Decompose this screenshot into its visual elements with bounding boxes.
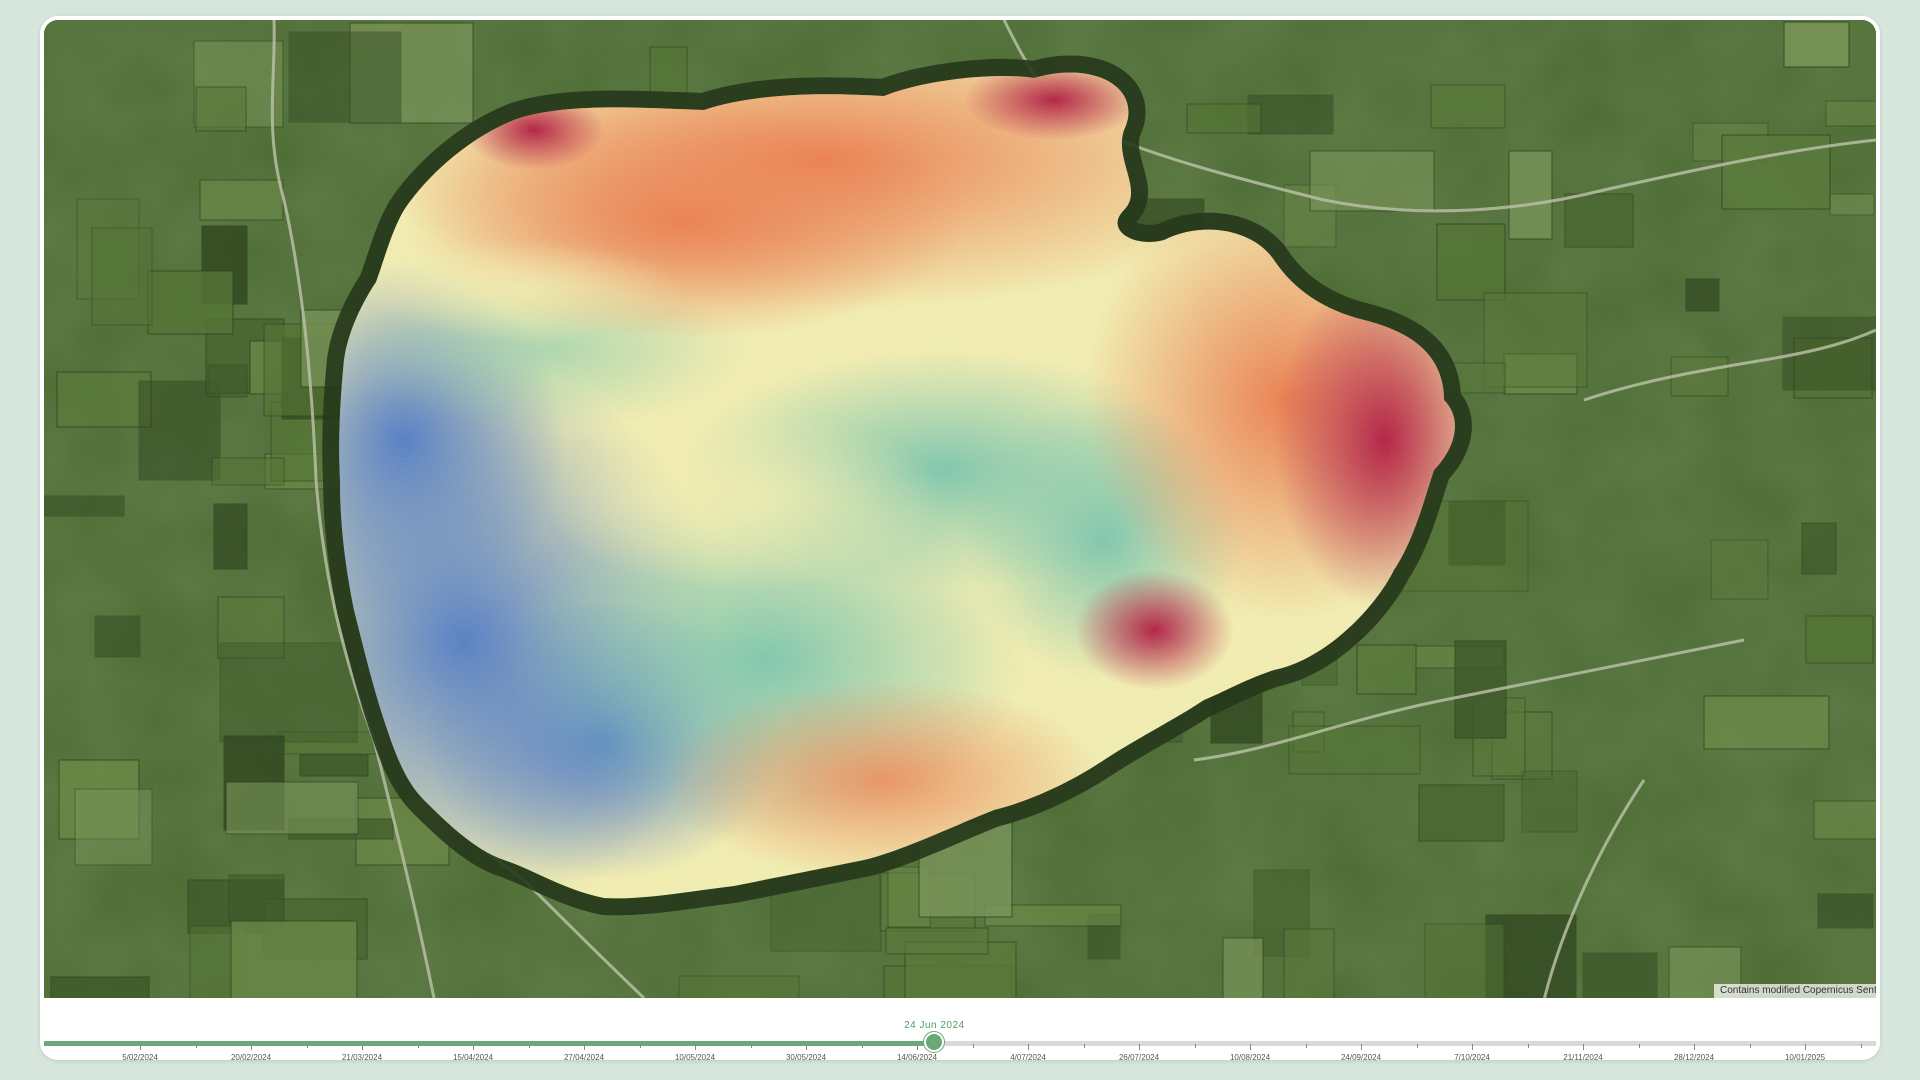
- field-patch: [44, 495, 125, 517]
- timeline-progress-fill: [44, 1041, 935, 1046]
- field-patch: [1721, 134, 1831, 210]
- satellite-map[interactable]: Contains modified Copernicus Sentinel da…: [44, 20, 1876, 998]
- timeline-tick: [917, 1044, 918, 1050]
- field-patch: [195, 86, 247, 132]
- timeline-tick: [1250, 1044, 1251, 1050]
- field-patch: [211, 457, 285, 486]
- timeline-tick-label: 24/09/2024: [1340, 1053, 1382, 1060]
- timeline-tick-label: 21/03/2024: [341, 1053, 383, 1060]
- field-patch: [1829, 193, 1875, 216]
- field-patch: [147, 270, 234, 335]
- timeline-tick-label: 26/07/2024: [1118, 1053, 1160, 1060]
- field-patch: [288, 31, 402, 123]
- field-patch: [94, 615, 141, 658]
- timeline-minor-tick: [1527, 1044, 1529, 1048]
- field-patch: [1805, 615, 1874, 664]
- timeline-tick-label: 5/02/2024: [122, 1053, 158, 1060]
- map-viewer-panel: Contains modified Copernicus Sentinel da…: [40, 16, 1880, 1060]
- timeline-tick-label: 10/05/2024: [674, 1053, 716, 1060]
- timeline-minor-tick: [417, 1044, 419, 1048]
- timeline-minor-tick: [861, 1044, 863, 1048]
- field-patch: [1783, 21, 1850, 68]
- timeline-tick: [1028, 1044, 1029, 1050]
- timeline-tick-label: 7/10/2024: [1454, 1053, 1490, 1060]
- field-patch: [207, 364, 248, 398]
- field-patch: [1710, 539, 1769, 600]
- timeline-minor-tick: [972, 1044, 974, 1048]
- timeline-tick: [1694, 1044, 1695, 1050]
- timeline-tick: [1472, 1044, 1473, 1050]
- field-patch: [1703, 695, 1830, 750]
- field-patch: [1817, 893, 1874, 929]
- field-patch: [230, 920, 358, 998]
- field-patch: [199, 179, 284, 221]
- timeline-tick-label: 28/12/2024: [1673, 1053, 1715, 1060]
- timeline-tick-label: 4/07/2024: [1010, 1053, 1046, 1060]
- timeline-tick: [1139, 1044, 1140, 1050]
- field-patch: [1436, 223, 1506, 301]
- field-patch: [1186, 103, 1262, 134]
- field-patch: [1521, 770, 1578, 833]
- timeline-minor-tick: [1194, 1044, 1196, 1048]
- timeline-tick: [584, 1044, 585, 1050]
- timeline-minor-tick: [1305, 1044, 1307, 1048]
- field-patch: [213, 503, 248, 570]
- timeline-minor-tick: [639, 1044, 641, 1048]
- timeline-tick: [1583, 1044, 1584, 1050]
- timeline-tick: [362, 1044, 363, 1050]
- timeline-tick: [1361, 1044, 1362, 1050]
- timeline-tick: [806, 1044, 807, 1050]
- field-patch: [1356, 644, 1417, 695]
- field-patch: [1582, 952, 1658, 998]
- field-patch: [1418, 784, 1505, 842]
- timeline-tick-label: 15/04/2024: [452, 1053, 494, 1060]
- timeline-tick: [251, 1044, 252, 1050]
- timeline-minor-tick: [1860, 1044, 1862, 1048]
- map-attribution: Contains modified Copernicus Sentinel da…: [1714, 984, 1876, 998]
- timeline-tick: [473, 1044, 474, 1050]
- field-patch: [678, 975, 800, 998]
- timeline-minor-tick: [306, 1044, 308, 1048]
- field-patch: [225, 781, 359, 835]
- field-patch: [1813, 800, 1876, 840]
- timeline-tick-label: 27/04/2024: [563, 1053, 605, 1060]
- field-patch: [74, 788, 153, 866]
- timeline-slider-handle[interactable]: [924, 1032, 945, 1052]
- timeline-tick-label: 14/06/2024: [896, 1053, 938, 1060]
- field-patch: [1564, 193, 1634, 248]
- timeline-tick: [695, 1044, 696, 1050]
- field-patch: [1430, 84, 1506, 129]
- current-date-label: 24 Jun 2024: [904, 1020, 965, 1031]
- timeline-tick-label: 30/05/2024: [785, 1053, 827, 1060]
- timeline-minor-tick: [1749, 1044, 1751, 1048]
- timeline-tick-label: 10/08/2024: [1229, 1053, 1271, 1060]
- field-patch: [1685, 278, 1720, 312]
- field-patch: [228, 874, 285, 924]
- timeline-minor-tick: [528, 1044, 530, 1048]
- field-patch: [1825, 100, 1876, 127]
- field-patch: [1283, 928, 1335, 998]
- timeline-tick: [1805, 1044, 1806, 1050]
- field-patch: [1508, 150, 1553, 240]
- timeline-track[interactable]: [44, 1041, 1876, 1046]
- field-patch: [1222, 937, 1264, 998]
- field-patch: [219, 642, 358, 743]
- timeline-tick-label: 21/11/2024: [1563, 1053, 1603, 1060]
- field-patch: [1801, 522, 1837, 575]
- timeline-minor-tick: [1083, 1044, 1085, 1048]
- timeline-minor-tick: [750, 1044, 752, 1048]
- field-patch: [885, 927, 989, 955]
- timeline-tick-label: 20/02/2024: [230, 1053, 272, 1060]
- field-patch: [1424, 923, 1505, 998]
- field-patch: [56, 371, 152, 428]
- field-patch: [91, 227, 153, 326]
- field-patch: [50, 976, 150, 998]
- field-patch: [299, 754, 369, 777]
- timeline-minor-tick: [1638, 1044, 1640, 1048]
- timeline-minor-tick: [1416, 1044, 1418, 1048]
- timeline-minor-tick: [195, 1044, 197, 1048]
- date-timeline[interactable]: 24 Jun 2024 5/02/2024 20/02/2024 21/03/202…: [40, 998, 1880, 1060]
- timeline-tick: [140, 1044, 141, 1050]
- timeline-tick-label: 10/01/2025: [1784, 1053, 1826, 1060]
